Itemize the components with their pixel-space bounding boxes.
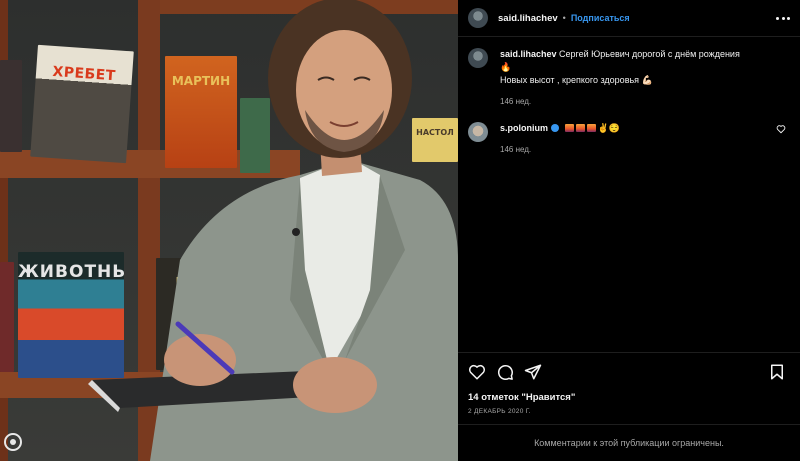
muscle-emoji: 💪🏻 bbox=[641, 75, 653, 85]
person-illustration bbox=[88, 0, 458, 461]
verified-badge-icon bbox=[551, 124, 559, 132]
avatar[interactable] bbox=[468, 8, 488, 28]
comment-time[interactable]: 146 нед. bbox=[500, 95, 790, 108]
bookmark-icon[interactable] bbox=[768, 363, 786, 381]
separator-dot: • bbox=[562, 13, 566, 23]
threads-icon[interactable] bbox=[4, 433, 22, 451]
comments-restricted-notice: Комментарии к этой публикации ограничены… bbox=[458, 424, 800, 461]
comment-time[interactable]: 146 нед. bbox=[500, 143, 790, 156]
post-actions-section: 14 отметок "Нравится" 2 ДЕКАБРЬ 2020 Г. bbox=[458, 352, 800, 415]
post-author-username[interactable]: said.lihachev bbox=[498, 13, 558, 24]
share-icon[interactable] bbox=[524, 363, 542, 381]
action-bar bbox=[468, 353, 790, 391]
fire-emoji: 🔥 bbox=[500, 62, 512, 72]
caption: said.lihachev Сергей Юрьевич дорогой с д… bbox=[468, 48, 790, 108]
comment: s.polonium ✌️😌 146 нед. bbox=[468, 122, 790, 156]
post-header: said.lihachev • Подписаться bbox=[458, 0, 800, 37]
post-date[interactable]: 2 ДЕКАБРЬ 2020 Г. bbox=[468, 408, 790, 415]
face bbox=[296, 30, 392, 150]
comment-text: Новых высот , крепкого здоровья 💪🏻 bbox=[500, 75, 653, 85]
post-photo[interactable]: ХРЕБЕТ МАРТИН ЖИВОТНЫЕ МЕБ НАСТОЛ bbox=[0, 0, 458, 461]
sunset-emoji bbox=[564, 124, 574, 132]
comment-icon[interactable] bbox=[496, 363, 514, 381]
comment-username[interactable]: s.polonium bbox=[500, 123, 548, 133]
comment-text-line: Новых высот , крепкого здоровья bbox=[500, 75, 640, 85]
comments-list: said.lihachev Сергей Юрьевич дорогой с д… bbox=[458, 37, 800, 352]
comment-username[interactable]: said.lihachev bbox=[500, 49, 557, 59]
post-side-panel: said.lihachev • Подписаться said.lihache… bbox=[458, 0, 800, 461]
heart-icon[interactable] bbox=[468, 363, 486, 381]
comment-like-heart-icon[interactable] bbox=[776, 124, 786, 134]
hand bbox=[293, 357, 377, 413]
follow-button[interactable]: Подписаться bbox=[571, 13, 630, 23]
sunset-emoji bbox=[575, 124, 585, 132]
comment-emoji: ✌️😌 bbox=[597, 123, 620, 133]
more-horizontal-icon[interactable] bbox=[776, 16, 790, 20]
likes-count[interactable]: 14 отметок "Нравится" bbox=[468, 392, 790, 403]
avatar[interactable] bbox=[468, 122, 488, 142]
sunset-emoji bbox=[586, 124, 596, 132]
avatar[interactable] bbox=[468, 48, 488, 68]
comment-text: Сергей Юрьевич дорогой с днём рождения bbox=[559, 49, 740, 59]
